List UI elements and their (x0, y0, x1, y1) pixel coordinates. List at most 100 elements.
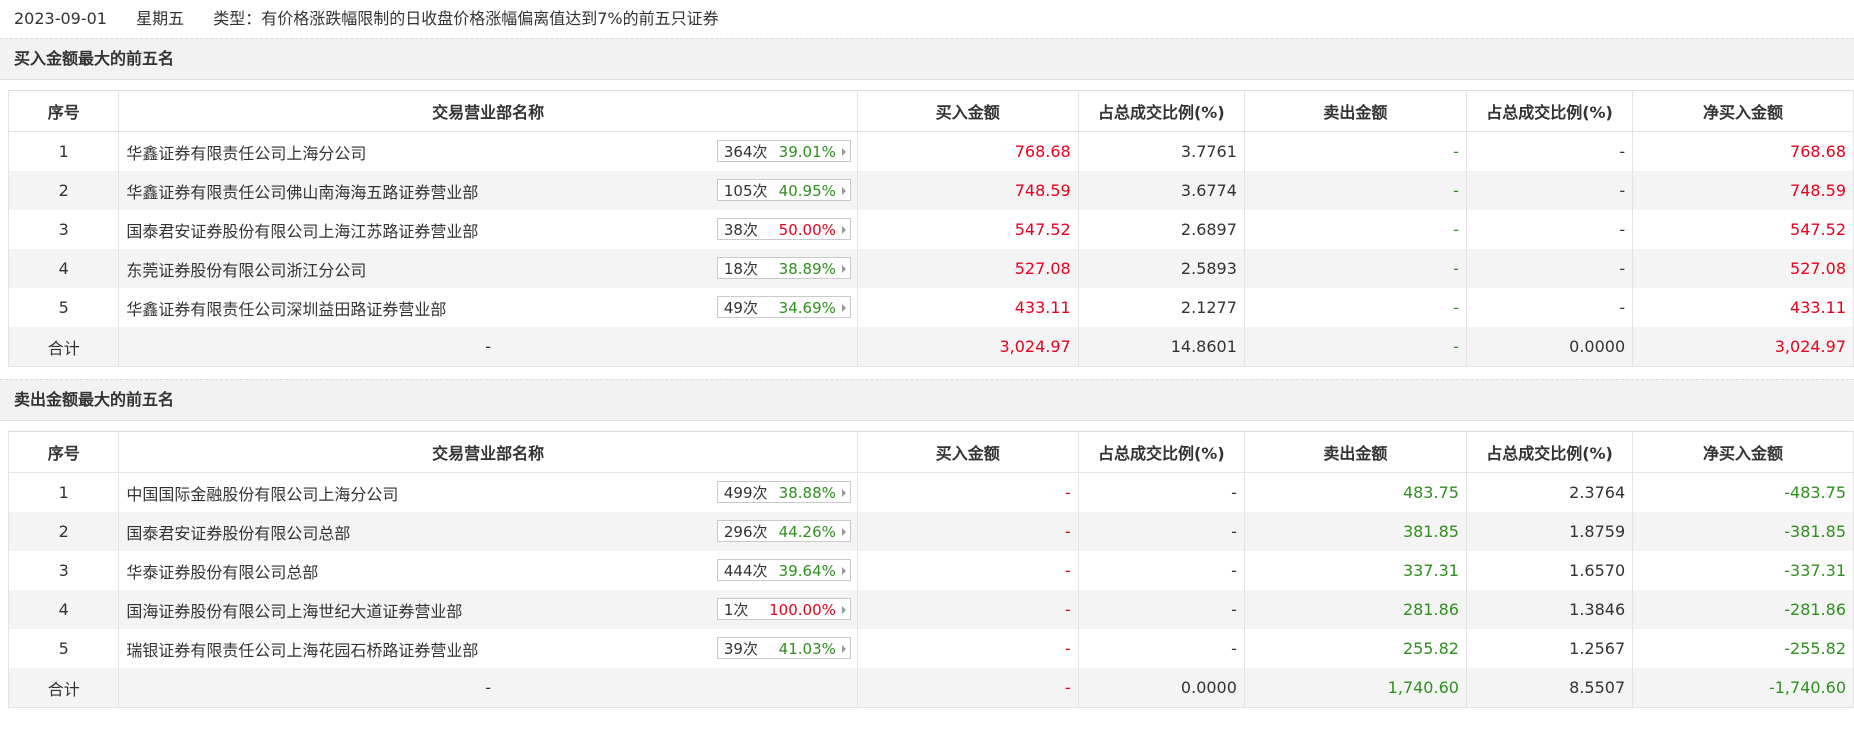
total-row: 合计 - 3,024.97 14.8601 - 0.0000 3,024.97 (7, 327, 1854, 367)
caret-right-icon (841, 304, 846, 312)
branch-cell: 国海证券股份有限公司上海世纪大道证券营业部 1次 100.00% (118, 590, 858, 629)
buy-amount: - (857, 629, 1079, 668)
branch-name[interactable]: 国泰君安证券股份有限公司上海江苏路证券营业部 (126, 222, 478, 241)
branch-count: 1次 (723, 601, 749, 619)
sell-ratio: 1.6570 (1466, 551, 1634, 590)
branch-cell: 东莞证券股份有限公司浙江分公司 18次 38.89% (118, 249, 858, 288)
trade-date: 2023-09-01 (14, 9, 107, 28)
table-row: 3 华泰证券股份有限公司总部 444次 39.64% - - 337.31 1.… (7, 551, 1854, 590)
net-amount: -337.31 (1632, 551, 1854, 590)
branch-stats-button[interactable]: 1次 100.00% (716, 598, 851, 620)
net-amount: 768.68 (1632, 131, 1854, 171)
branch-name[interactable]: 华鑫证券有限责任公司佛山南海海五路证券营业部 (126, 183, 478, 202)
col-buy-ratio: 占总成交比例(%) (1077, 90, 1245, 132)
buy-amount: 768.68 (857, 131, 1079, 171)
col-sell-amount: 卖出金额 (1243, 90, 1467, 132)
net-amount: -255.82 (1632, 629, 1854, 668)
buy-ratio: 2.1277 (1078, 288, 1245, 327)
branch-stats-button[interactable]: 499次 38.88% (716, 481, 851, 503)
branch-rate: 41.03% (778, 640, 836, 658)
sell-ratio: - (1466, 210, 1634, 249)
branch-stats-button[interactable]: 38次 50.00% (716, 218, 851, 240)
buy-section-title: 买入金额最大的前五名 (0, 38, 1854, 80)
branch-rate: 39.64% (778, 562, 836, 580)
sell-amount: 337.31 (1244, 551, 1467, 590)
buy-ratio: - (1078, 512, 1245, 551)
total-buy-ratio: 14.8601 (1078, 327, 1245, 367)
rank: 1 (7, 131, 120, 171)
total-label: 合计 (7, 327, 120, 367)
branch-rate: 38.89% (778, 260, 836, 278)
branch-count: 499次 (723, 484, 768, 502)
branch-name[interactable]: 瑞银证券有限责任公司上海花园石桥路证券营业部 (126, 641, 478, 660)
caret-right-icon (841, 606, 846, 614)
buy-table-header: 序号 交易营业部名称 买入金额 占总成交比例(%) 卖出金额 占总成交比例(%)… (7, 90, 1854, 132)
table-row: 2 国泰君安证券股份有限公司总部 296次 44.26% - - 381.85 … (7, 512, 1854, 551)
branch-cell: 华泰证券股份有限公司总部 444次 39.64% (118, 551, 858, 590)
rank: 1 (7, 472, 120, 512)
buy-amount: - (857, 472, 1079, 512)
rank: 5 (7, 629, 120, 668)
branch-name[interactable]: 华泰证券股份有限公司总部 (126, 563, 318, 582)
sell-ratio: 1.2567 (1466, 629, 1634, 668)
buy-amount: - (857, 512, 1079, 551)
sell-amount: - (1244, 249, 1467, 288)
col-buy-amount: 买入金额 (856, 90, 1079, 132)
rank: 4 (7, 590, 120, 629)
total-sell-amount: - (1244, 327, 1467, 367)
sell-ratio: 1.3846 (1466, 590, 1634, 629)
sell-ratio: - (1466, 131, 1634, 171)
sell-ratio: 1.8759 (1466, 512, 1634, 551)
branch-name[interactable]: 国泰君安证券股份有限公司总部 (126, 524, 350, 543)
col-sell-ratio: 占总成交比例(%) (1465, 431, 1634, 473)
branch-name[interactable]: 华鑫证券有限责任公司深圳益田路证券营业部 (126, 300, 446, 319)
total-label: 合计 (7, 668, 120, 708)
sell-ratio: 2.3764 (1466, 472, 1634, 512)
rank: 2 (7, 171, 120, 210)
branch-stats-button[interactable]: 364次 39.01% (716, 140, 851, 162)
rank: 4 (7, 249, 120, 288)
buy-ratio: - (1078, 472, 1245, 512)
branch-stats-button[interactable]: 39次 41.03% (716, 637, 851, 659)
total-net-amount: 3,024.97 (1632, 327, 1854, 367)
buy-amount: 527.08 (857, 249, 1079, 288)
branch-name[interactable]: 东莞证券股份有限公司浙江分公司 (126, 261, 366, 280)
header-bar: 2023-09-01 星期五 类型：有价格涨跌幅限制的日收盘价格涨幅偏离值达到7… (0, 0, 1854, 36)
branch-name[interactable]: 中国国际金融股份有限公司上海分公司 (126, 485, 398, 504)
branch-rate: 50.00% (778, 221, 836, 239)
branch-stats-button[interactable]: 105次 40.95% (716, 179, 851, 201)
branch-stats-button[interactable]: 296次 44.26% (716, 520, 851, 542)
sell-amount: 255.82 (1244, 629, 1467, 668)
total-buy-amount: 3,024.97 (857, 327, 1079, 367)
rank: 3 (7, 551, 120, 590)
table-row: 5 瑞银证券有限责任公司上海花园石桥路证券营业部 39次 41.03% - - … (7, 629, 1854, 668)
total-sell-ratio: 0.0000 (1466, 327, 1634, 367)
buy-ratio: - (1078, 551, 1245, 590)
branch-name[interactable]: 国海证券股份有限公司上海世纪大道证券营业部 (126, 602, 462, 621)
branch-stats-button[interactable]: 18次 38.89% (716, 257, 851, 279)
buy-ratio: 3.7761 (1078, 131, 1245, 171)
weekday: 星期五 (136, 9, 185, 28)
branch-cell: 国泰君安证券股份有限公司总部 296次 44.26% (118, 512, 858, 551)
branch-name[interactable]: 华鑫证券有限责任公司上海分公司 (126, 144, 366, 163)
rank: 2 (7, 512, 120, 551)
caret-right-icon (841, 187, 846, 195)
col-branch-name: 交易营业部名称 (118, 90, 858, 132)
buy-table: 序号 交易营业部名称 买入金额 占总成交比例(%) 卖出金额 占总成交比例(%)… (7, 90, 1854, 367)
caret-right-icon (841, 567, 846, 575)
table-row: 4 国海证券股份有限公司上海世纪大道证券营业部 1次 100.00% - - 2… (7, 590, 1854, 629)
total-net-amount: -1,740.60 (1632, 668, 1854, 708)
branch-stats-button[interactable]: 49次 34.69% (716, 296, 851, 318)
buy-ratio: - (1078, 629, 1245, 668)
net-amount: 748.59 (1632, 171, 1854, 210)
branch-stats-button[interactable]: 444次 39.64% (716, 559, 851, 581)
col-sell-amount: 卖出金额 (1243, 431, 1467, 473)
branch-rate: 44.26% (778, 523, 836, 541)
branch-cell: 瑞银证券有限责任公司上海花园石桥路证券营业部 39次 41.03% (118, 629, 858, 668)
caret-right-icon (841, 489, 846, 497)
sell-amount: 381.85 (1244, 512, 1467, 551)
branch-count: 39次 (723, 640, 758, 658)
branch-rate: 40.95% (778, 182, 836, 200)
sell-amount: - (1244, 171, 1467, 210)
col-rank: 序号 (7, 90, 120, 132)
